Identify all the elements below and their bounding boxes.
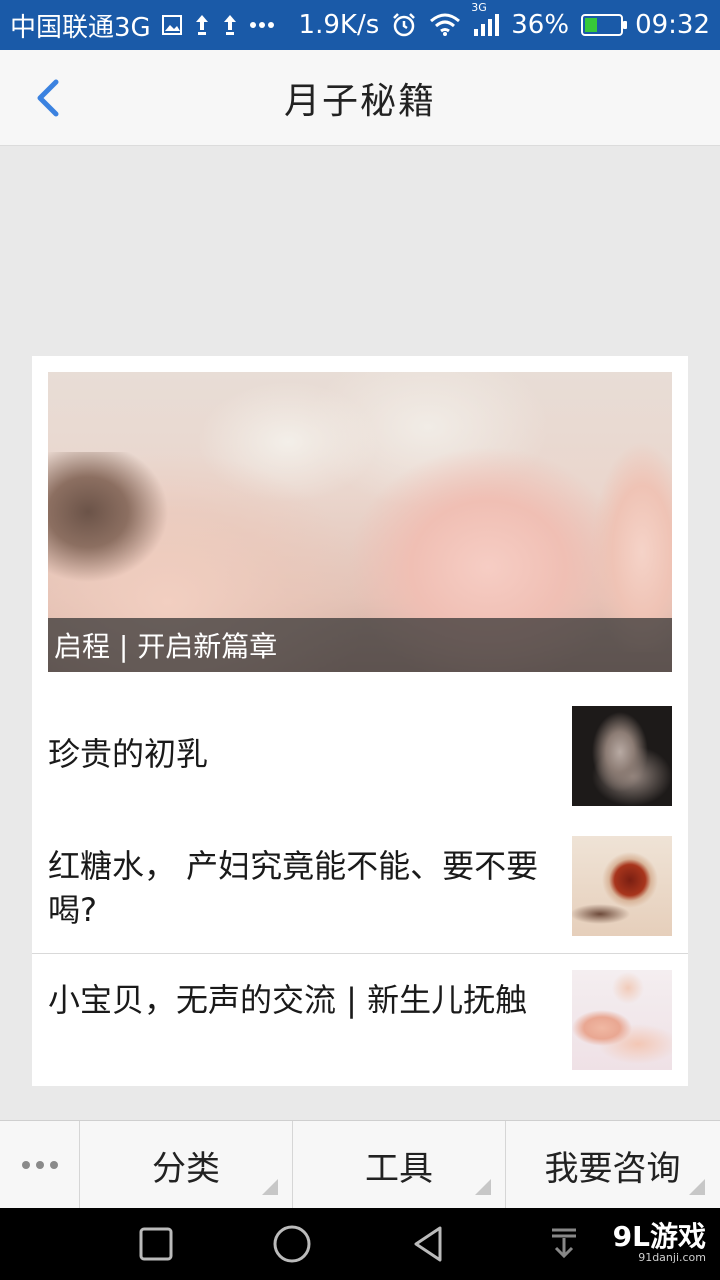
signal-icon: 3G (471, 1, 500, 37)
article-thumbnail (572, 836, 672, 936)
more-icon (249, 21, 275, 29)
watermark-text: 9L游戏 (612, 1220, 706, 1253)
tab-tools[interactable]: 工具 (293, 1121, 506, 1209)
watermark-logo: 9L游戏 91danji.com (613, 1222, 706, 1266)
tab-label: 工具 (365, 1148, 433, 1189)
article-title: 红糖水， 产妇究竟能不能、要不要喝? (48, 847, 539, 929)
network-type-label: 3G (471, 1, 487, 14)
corner-triangle-icon (689, 1179, 705, 1195)
system-nav-bar: 9L游戏 91danji.com (0, 1208, 720, 1280)
featured-caption: 启程 | 开启新篇章 (48, 618, 672, 672)
image-icon (161, 14, 183, 36)
recent-apps-button[interactable] (136, 1224, 176, 1264)
alarm-icon (391, 12, 417, 38)
triangle-back-icon (414, 1226, 442, 1262)
article-thumbnail (572, 970, 672, 1070)
tab-label: 我要咨询 (544, 1148, 681, 1189)
clock: 09:32 (635, 10, 710, 40)
tab-consult[interactable]: 我要咨询 (506, 1121, 719, 1209)
network-speed: 1.9K/s (298, 10, 380, 40)
square-icon (139, 1227, 173, 1261)
article-title: 珍贵的初乳 (48, 735, 209, 773)
tab-category[interactable]: 分类 (80, 1121, 293, 1209)
battery-percent: 36% (511, 10, 570, 40)
featured-banner[interactable]: 启程 | 开启新篇章 (48, 372, 672, 672)
notification-icon (193, 13, 211, 37)
list-item[interactable]: 红糖水， 产妇究竟能不能、要不要喝? (32, 824, 688, 952)
bottom-tab-bar: 分类 工具 我要咨询 (0, 1120, 720, 1209)
back-system-button[interactable] (408, 1224, 448, 1264)
nav-bar: 月子秘籍 (0, 50, 720, 146)
wifi-icon (429, 13, 461, 37)
chevron-left-icon (37, 79, 59, 117)
article-thumbnail (572, 706, 672, 806)
carrier-label: 中国联通3G (10, 12, 151, 43)
home-button[interactable] (272, 1224, 312, 1264)
download-icon (552, 1228, 576, 1259)
watermark-subtext: 91danji.com (638, 1251, 706, 1264)
battery-icon (581, 14, 628, 36)
status-bar: 中国联通3G 1.9K/s 3G 36% 09:32 (0, 0, 720, 50)
circle-icon (273, 1225, 311, 1263)
article-card: 启程 | 开启新篇章 珍贵的初乳 红糖水， 产妇究竟能不能、要不要喝? 小宝贝，… (32, 356, 688, 1086)
banner-image-detail (48, 452, 168, 582)
article-title: 小宝贝，无声的交流 | 新生儿抚触 (48, 981, 528, 1019)
list-item[interactable]: 小宝贝，无声的交流 | 新生儿抚触 (32, 956, 688, 1084)
list-item[interactable]: 珍贵的初乳 (32, 698, 688, 810)
more-button[interactable] (0, 1121, 80, 1209)
corner-triangle-icon (262, 1179, 278, 1195)
notification-icon (221, 13, 239, 37)
tab-label: 分类 (152, 1148, 220, 1189)
notification-pull-button[interactable] (544, 1224, 584, 1264)
back-button[interactable] (28, 74, 68, 122)
more-dots-icon (21, 1161, 58, 1169)
page-title: 月子秘籍 (283, 80, 436, 122)
corner-triangle-icon (475, 1179, 491, 1195)
divider (32, 953, 688, 954)
